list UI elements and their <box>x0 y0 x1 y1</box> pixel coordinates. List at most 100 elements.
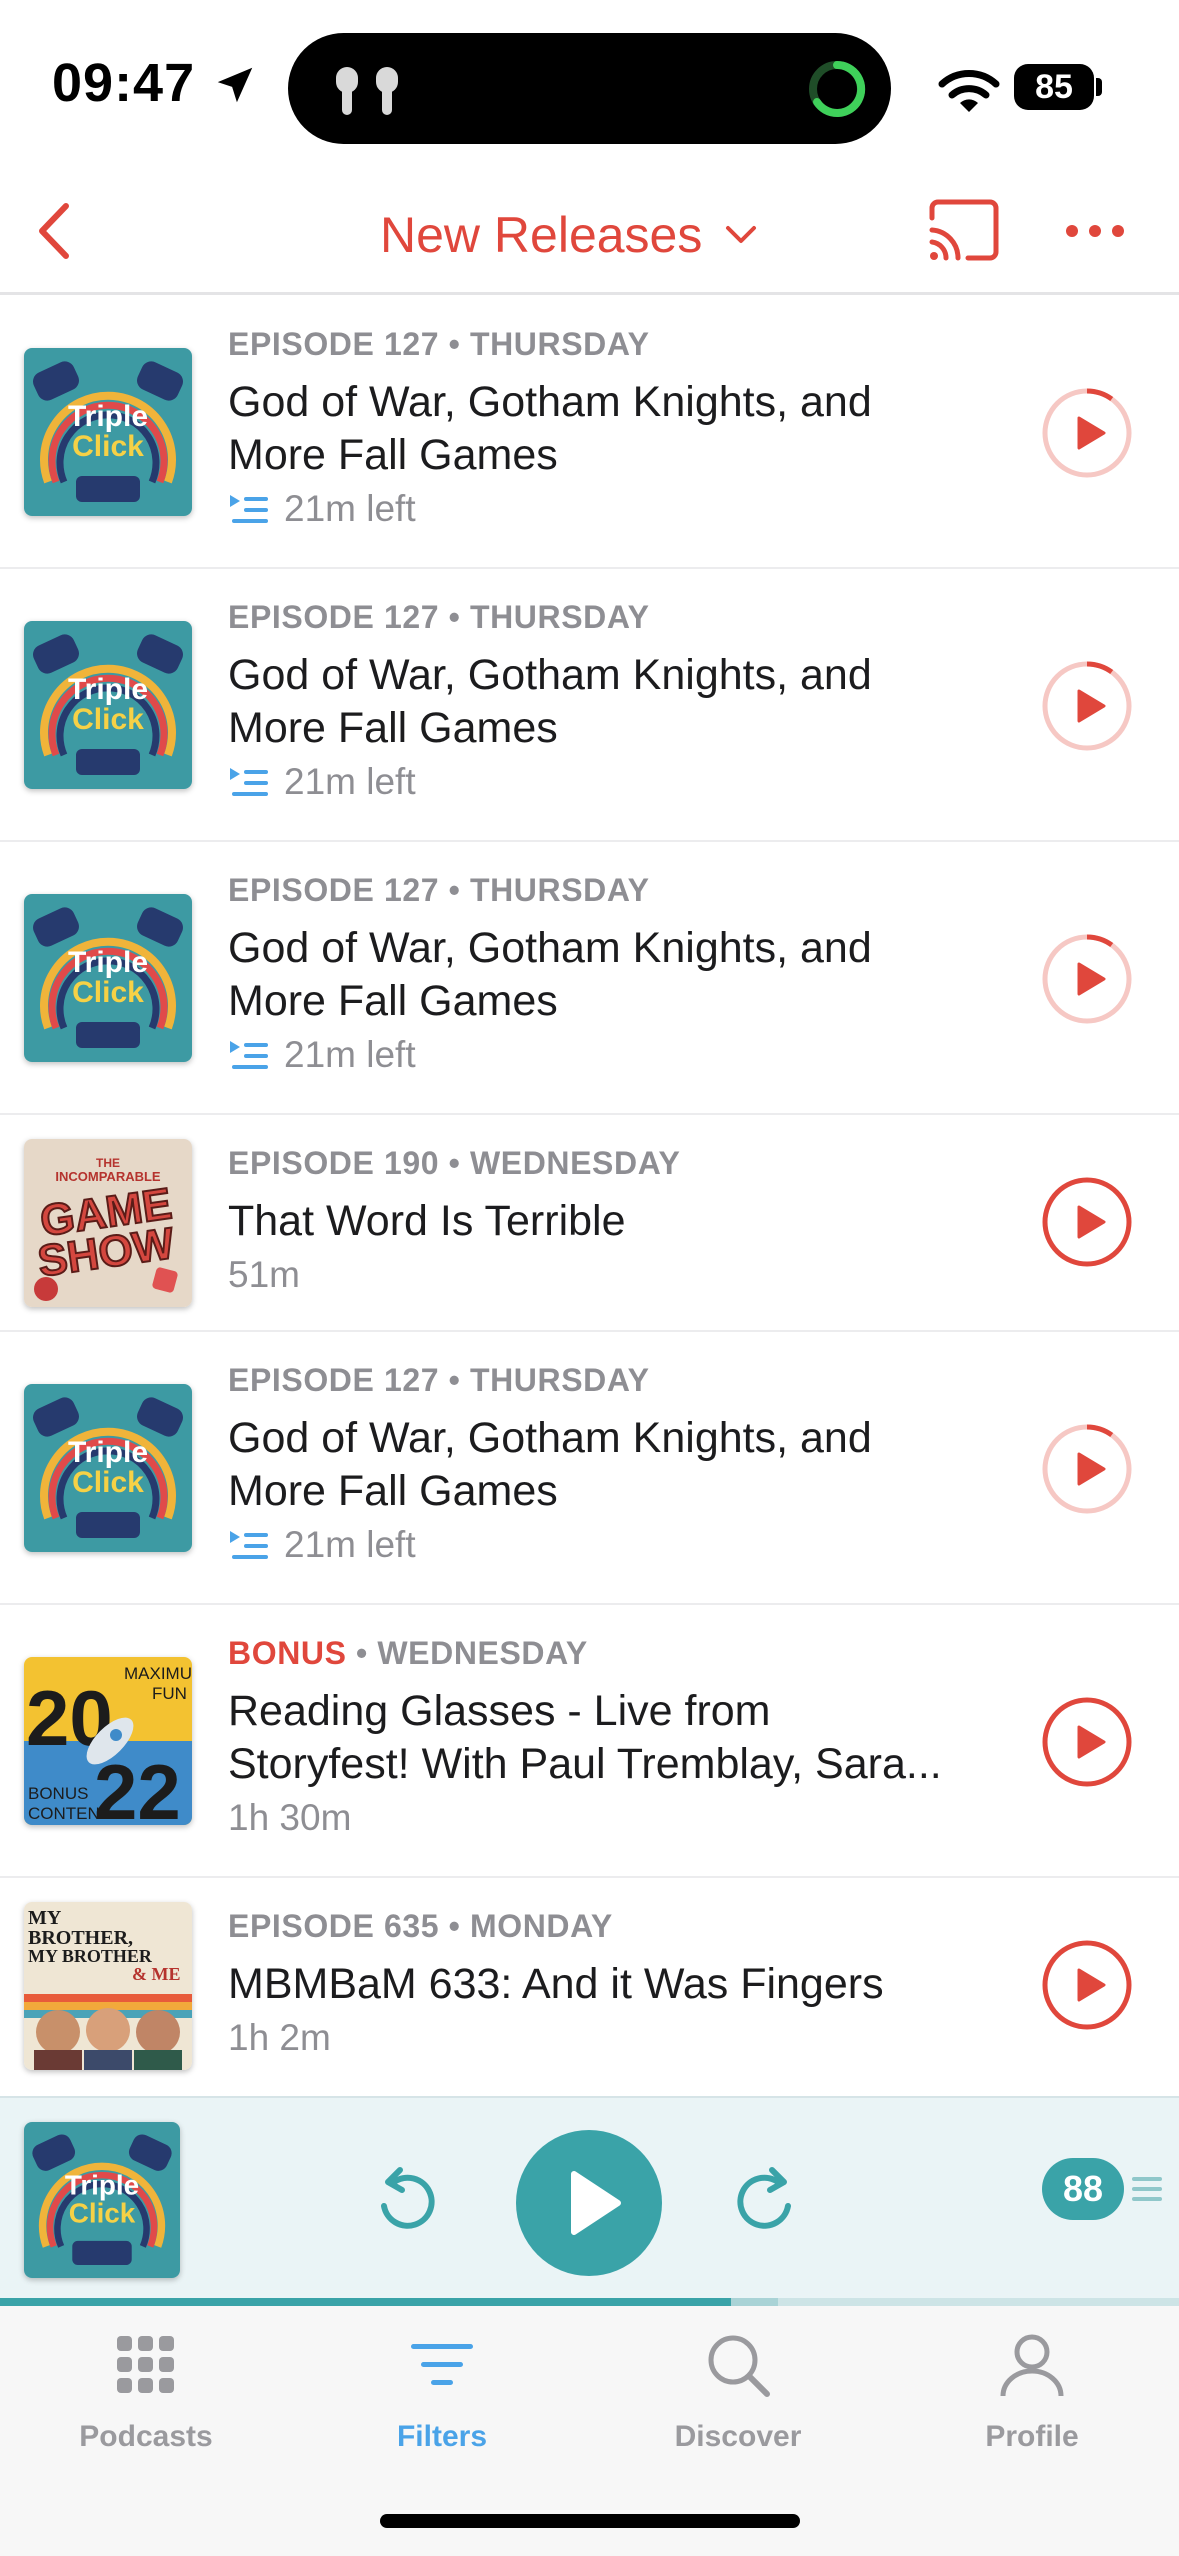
episode-title: God of War, Gotham Knights, and <box>228 378 872 426</box>
triple-click-artwork: TripleClick <box>24 1384 192 1552</box>
episode-duration-text: 21m left <box>284 761 416 802</box>
episode-play-button[interactable] <box>1040 1938 1134 2032</box>
svg-text:Triple: Triple <box>68 946 148 979</box>
svg-text:Triple: Triple <box>68 1436 148 1469</box>
status-time: 09:47 <box>52 53 196 113</box>
svg-text:MY BROTHER: MY BROTHER <box>28 1946 153 1966</box>
episode-meta: EPISODE 127 • THURSDAY <box>228 326 1028 370</box>
tab-podcasts[interactable]: Podcasts <box>26 2330 266 2454</box>
meta-separator: • <box>439 326 470 362</box>
maximum-fun-artwork: MAXIMUMFUN2022BONUSCONTENT <box>24 1657 192 1825</box>
episode-artwork[interactable]: Triple Click <box>24 621 192 789</box>
episode-info: EPISODE 127 • THURSDAY God of War, Gotham… <box>228 326 1028 530</box>
wifi-icon <box>938 70 1000 112</box>
tab-profile-label: Profile <box>985 2420 1079 2453</box>
episode-play-button[interactable] <box>1040 932 1134 1026</box>
episode-row[interactable]: Triple Click EPISODE 127 • THURSDAY God of … <box>0 296 1179 569</box>
in-progress-icon <box>230 1041 268 1069</box>
play-button[interactable] <box>516 2130 662 2276</box>
episode-artwork[interactable]: MAXIMUMFUN2022BONUSCONTENT <box>24 1657 192 1825</box>
filter-lines-icon <box>411 2344 473 2385</box>
episode-duration-text: 21m left <box>284 1524 416 1565</box>
episode-artwork[interactable]: Triple Click <box>24 348 192 516</box>
tab-filters[interactable]: Filters <box>322 2330 562 2454</box>
svg-text:Triple: Triple <box>68 673 148 706</box>
now-playing-artwork[interactable]: Triple Click <box>24 2122 180 2278</box>
episode-meta: BONUS • WEDNESDAY <box>228 1635 1028 1679</box>
episode-row[interactable]: MAXIMUMFUN2022BONUSCONTENT BONUS • WEDNES… <box>0 1605 1179 1878</box>
meta-separator: • <box>439 1908 470 1944</box>
triple-click-artwork: TripleClick <box>24 894 192 1062</box>
grid-icon <box>117 2336 174 2393</box>
episode-title: That Word Is Terrible <box>228 1197 626 1245</box>
svg-text:Click: Click <box>72 1466 144 1499</box>
episode-row[interactable]: Triple Click EPISODE 127 • THURSDAY God of … <box>0 1332 1179 1605</box>
episode-title-line2: More Fall Games <box>228 1467 558 1515</box>
episode-row[interactable]: MY BROTHER, MY BROTHER & ME EPISODE 635 • MO… <box>0 1878 1179 2095</box>
episode-number: EPISODE 635 <box>228 1908 440 1944</box>
episode-artwork[interactable]: Triple Click <box>24 1384 192 1552</box>
up-next-button[interactable]: 88 <box>1042 2158 1168 2220</box>
episode-duration: 21m left <box>228 488 1028 530</box>
svg-text:BONUS: BONUS <box>28 1784 88 1803</box>
episode-row[interactable]: Triple Click EPISODE 127 • THURSDAY God of … <box>0 842 1179 1115</box>
episode-number: EPISODE 190 <box>228 1145 440 1181</box>
episode-list: Triple Click EPISODE 127 • THURSDAY God of … <box>0 296 1179 2095</box>
episode-duration-text: 1h 30m <box>228 1797 352 1838</box>
episode-day: THURSDAY <box>469 326 650 362</box>
episode-row[interactable]: Triple Click EPISODE 127 • THURSDAY God of … <box>0 569 1179 842</box>
tab-discover-label: Discover <box>674 2420 802 2453</box>
in-progress-icon <box>230 495 268 523</box>
game-show-artwork: THEINCOMPARABLEGAMESHOW <box>24 1139 192 1307</box>
episode-title-line2: More Fall Games <box>228 977 558 1025</box>
skip-forward-icon[interactable] <box>736 2164 798 2234</box>
episode-artwork[interactable]: Triple Click <box>24 894 192 1062</box>
back-chevron-icon[interactable] <box>22 196 92 266</box>
episode-day: WEDNESDAY <box>377 1635 588 1671</box>
mini-player[interactable]: Triple Click 88 <box>0 2096 1179 2306</box>
svg-text:Click: Click <box>69 2197 136 2228</box>
episode-number: EPISODE 127 <box>228 599 440 635</box>
svg-text:THE: THE <box>96 1156 120 1170</box>
nav-bar: New Releases <box>0 170 1179 295</box>
episode-day: THURSDAY <box>469 872 650 908</box>
episode-play-button[interactable] <box>1040 659 1134 753</box>
status-bar: 09:47 85 <box>0 0 1179 170</box>
svg-text:Click: Click <box>72 430 144 463</box>
in-progress-icon <box>230 768 268 796</box>
episode-day: MONDAY <box>469 1908 613 1944</box>
episode-meta: EPISODE 127 • THURSDAY <box>228 872 1028 916</box>
up-next-list-icon <box>1132 2177 1162 2201</box>
triple-click-artwork: TripleClick <box>24 348 192 516</box>
meta-separator: • <box>439 1362 470 1398</box>
episode-info: EPISODE 127 • THURSDAY God of War, Gotham… <box>228 1362 1028 1566</box>
episode-info: EPISODE 127 • THURSDAY God of War, Gotham… <box>228 872 1028 1076</box>
episode-title: God of War, Gotham Knights, and <box>228 651 872 699</box>
skip-back-icon[interactable] <box>374 2164 436 2234</box>
svg-text:MY: MY <box>28 1907 62 1929</box>
svg-text:Click: Click <box>72 976 144 1009</box>
profile-icon <box>1000 2334 1064 2397</box>
episode-play-button[interactable] <box>1040 1695 1134 1789</box>
playback-progress[interactable] <box>0 2298 1179 2306</box>
cast-icon[interactable] <box>926 196 1002 266</box>
episode-number: EPISODE 127 <box>228 1362 440 1398</box>
tab-profile[interactable]: Profile <box>912 2330 1152 2454</box>
episode-play-button[interactable] <box>1040 386 1134 480</box>
dynamic-island[interactable] <box>288 33 891 144</box>
home-indicator <box>380 2514 800 2528</box>
episode-duration: 21m left <box>228 1524 1028 1566</box>
chevron-down-icon <box>726 226 757 243</box>
episode-duration: 21m left <box>228 761 1028 803</box>
tab-discover[interactable]: Discover <box>618 2330 858 2454</box>
episode-artwork[interactable]: THE INCOMPARABLE GAME SHOW <box>24 1139 192 1307</box>
search-icon <box>708 2335 770 2397</box>
episode-play-button[interactable] <box>1040 1422 1134 1516</box>
episode-duration: 1h 2m <box>228 2017 1028 2059</box>
episode-play-button[interactable] <box>1040 1175 1134 1269</box>
svg-text:MAXIMUM: MAXIMUM <box>124 1664 192 1683</box>
more-options-icon[interactable] <box>1060 206 1130 256</box>
episode-artwork[interactable]: MY BROTHER, MY BROTHER & ME <box>24 1902 192 2070</box>
filter-title-dropdown[interactable]: New Releases <box>380 200 758 270</box>
episode-row[interactable]: THE INCOMPARABLE GAME SHOW EPISODE 190 • WED… <box>0 1115 1179 1332</box>
